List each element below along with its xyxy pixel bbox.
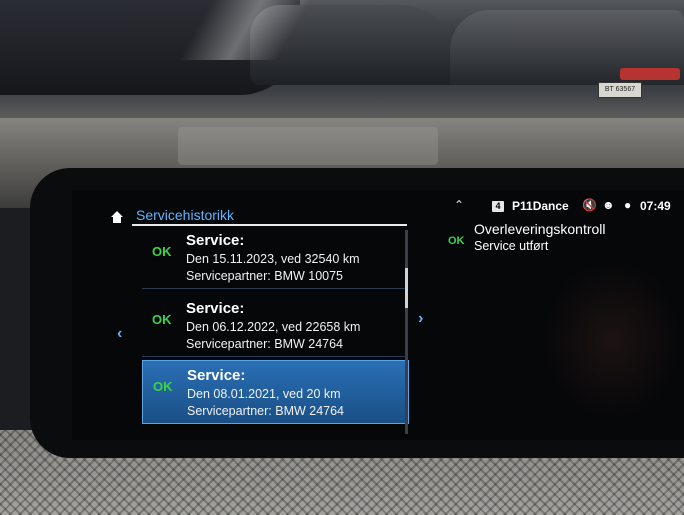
service-date: Den 06.12.2022, ved 22658 km <box>186 320 361 334</box>
garage-background: BT 63567 <box>0 0 684 130</box>
chevron-right-icon[interactable]: › <box>418 310 423 328</box>
service-label: Service: <box>186 300 245 317</box>
globe-icon: ● <box>624 198 632 212</box>
clock-time: 07:49 <box>640 199 671 213</box>
status-bar: ⌃ 4 P11Dance 🔇 ☻ ● 07:49 <box>432 196 684 218</box>
detail-subtitle: Service utført <box>474 239 549 253</box>
license-plate: BT 63567 <box>598 82 642 98</box>
ok-status-badge: OK <box>153 379 173 394</box>
chevron-up-icon[interactable]: ⌃ <box>454 198 464 212</box>
home-icon[interactable] <box>110 210 124 224</box>
list-scrollbar[interactable] <box>405 230 408 434</box>
screen-reflection <box>542 260 682 420</box>
service-date: Den 08.01.2021, ved 20 km <box>187 387 341 401</box>
service-partner: Servicepartner: BMW 10075 <box>186 269 344 283</box>
dashboard-vent <box>178 127 438 165</box>
list-item-selected[interactable]: OK Service: Den 08.01.2021, ved 20 km Se… <box>142 360 409 424</box>
detail-ok-badge: OK <box>448 235 465 247</box>
service-label: Service: <box>186 232 245 249</box>
car-taillight <box>620 68 680 80</box>
service-history-list: OK Service: Den 15.11.2023, ved 32540 km… <box>142 226 409 434</box>
profile-name[interactable]: P11Dance <box>512 199 569 213</box>
profile-number-badge: 4 <box>492 201 504 212</box>
detail-title: Overleveringskontroll <box>474 221 606 237</box>
service-label: Service: <box>187 367 246 384</box>
list-item[interactable]: OK Service: Den 06.12.2022, ved 22658 km… <box>142 294 407 357</box>
service-date: Den 15.11.2023, ved 32540 km <box>186 252 360 266</box>
page-title: Servicehistorikk <box>136 207 235 223</box>
list-scrollbar-thumb[interactable] <box>405 268 408 308</box>
chevron-left-icon[interactable]: ‹ <box>117 325 122 343</box>
ok-status-badge: OK <box>152 312 172 327</box>
list-item[interactable]: OK Service: Den 15.11.2023, ved 32540 km… <box>142 226 407 289</box>
person-icon: ☻ <box>602 198 615 212</box>
mute-icon: 🔇 <box>582 198 597 212</box>
service-partner: Servicepartner: BMW 24764 <box>186 337 344 351</box>
ok-status-badge: OK <box>152 244 172 259</box>
window-glare <box>180 0 310 60</box>
idrive-screen: ⌃ 4 P11Dance 🔇 ☻ ● 07:49 Servicehistorik… <box>72 190 684 440</box>
service-partner: Servicepartner: BMW 24764 <box>187 404 345 418</box>
